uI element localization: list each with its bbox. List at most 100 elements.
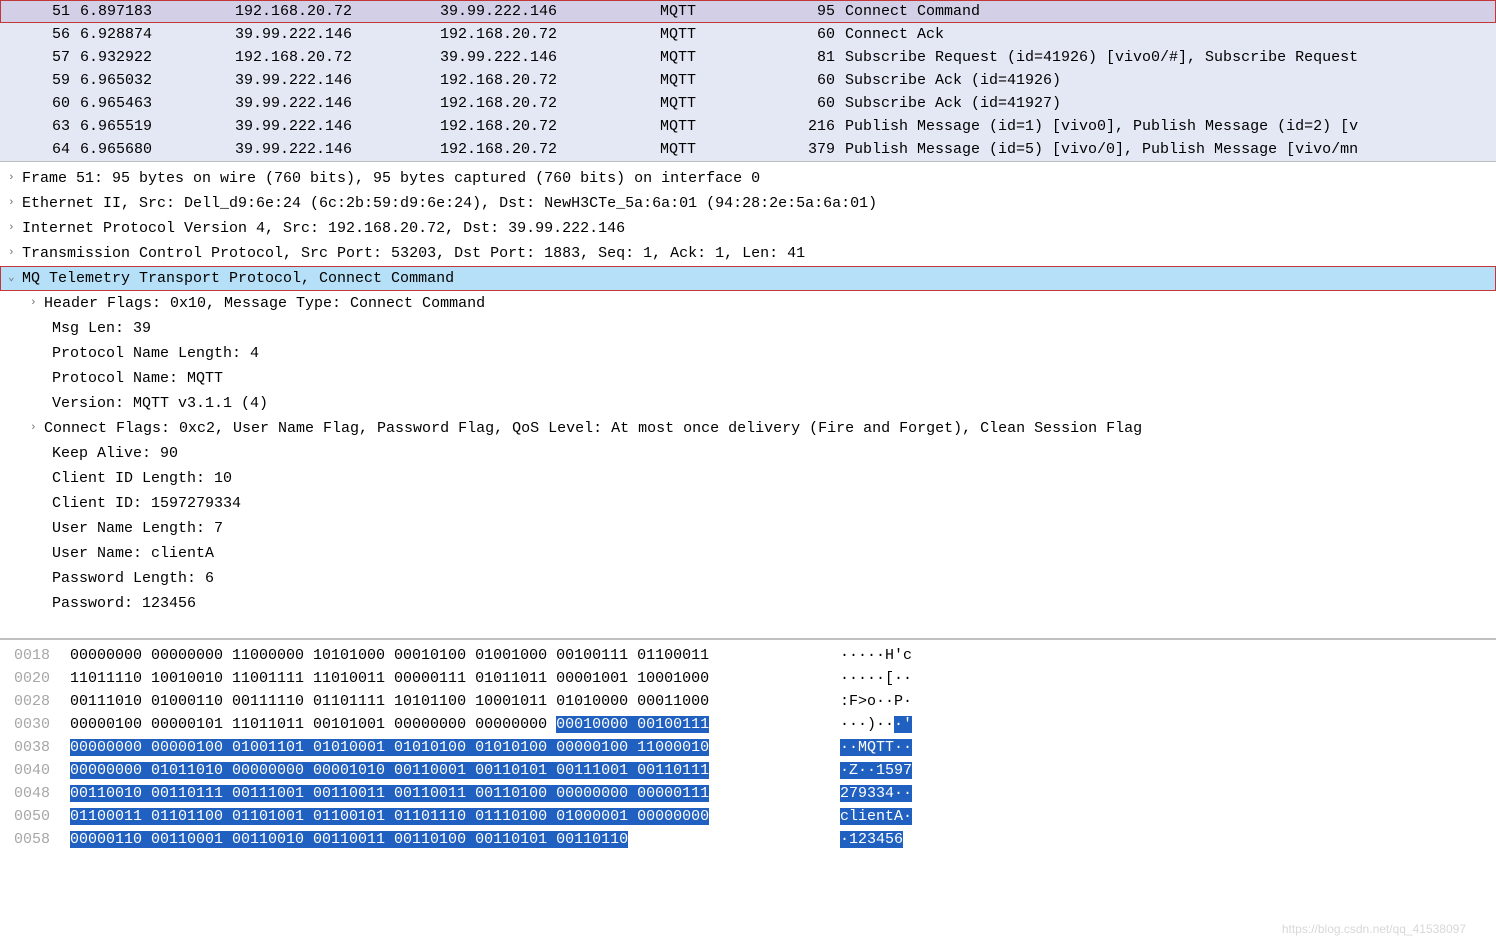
- col-length: 60: [790, 92, 840, 115]
- hex-bits: 00000000 00000100 01001101 01010001 0101…: [60, 736, 820, 759]
- tree-mqtt-header[interactable]: ›Header Flags: 0x10, Message Type: Conne…: [0, 291, 1496, 316]
- tree-version[interactable]: Version: MQTT v3.1.1 (4): [0, 391, 1496, 416]
- tree-username-len[interactable]: User Name Length: 7: [0, 516, 1496, 541]
- col-no: 63: [0, 115, 75, 138]
- col-protocol: MQTT: [660, 115, 790, 138]
- hex-ascii: ·····[··: [820, 667, 912, 690]
- col-destination: 192.168.20.72: [440, 138, 660, 161]
- hex-row[interactable]: 005800000110 00110001 00110010 00110011 …: [0, 828, 1496, 851]
- hex-row[interactable]: 004800110010 00110111 00111001 00110011 …: [0, 782, 1496, 805]
- col-no: 51: [0, 0, 75, 23]
- watermark-text: https://blog.csdn.net/qq_41538097: [1282, 922, 1466, 936]
- col-destination: 192.168.20.72: [440, 69, 660, 92]
- packet-row[interactable]: 596.96503239.99.222.146192.168.20.72MQTT…: [0, 69, 1496, 92]
- packet-list-pane[interactable]: 516.897183192.168.20.7239.99.222.146MQTT…: [0, 0, 1496, 162]
- col-source: 39.99.222.146: [235, 23, 440, 46]
- col-time: 6.965463: [75, 92, 235, 115]
- hex-ascii: 279334··: [820, 782, 912, 805]
- tree-frame[interactable]: ›Frame 51: 95 bytes on wire (760 bits), …: [0, 166, 1496, 191]
- packet-row[interactable]: 576.932922192.168.20.7239.99.222.146MQTT…: [0, 46, 1496, 69]
- tree-ethernet[interactable]: ›Ethernet II, Src: Dell_d9:6e:24 (6c:2b:…: [0, 191, 1496, 216]
- hex-offset: 0020: [0, 667, 60, 690]
- hex-row[interactable]: 001800000000 00000000 11000000 10101000 …: [0, 644, 1496, 667]
- col-info: Publish Message (id=5) [vivo/0], Publish…: [840, 138, 1496, 161]
- col-protocol: MQTT: [660, 46, 790, 69]
- hex-ascii: ·123456: [820, 828, 903, 851]
- hex-row[interactable]: 005001100011 01101100 01101001 01100101 …: [0, 805, 1496, 828]
- hex-ascii: ·Z··1597: [820, 759, 912, 782]
- hex-offset: 0040: [0, 759, 60, 782]
- tree-client-id[interactable]: Client ID: 1597279334: [0, 491, 1496, 516]
- col-source: 39.99.222.146: [235, 92, 440, 115]
- packet-bytes-pane[interactable]: 001800000000 00000000 11000000 10101000 …: [0, 639, 1496, 855]
- col-info: Subscribe Request (id=41926) [vivo0/#], …: [840, 46, 1496, 69]
- hex-row[interactable]: 002800111010 01000110 00111110 01101111 …: [0, 690, 1496, 713]
- caret-right-icon: ›: [8, 216, 22, 241]
- hex-offset: 0018: [0, 644, 60, 667]
- col-length: 216: [790, 115, 840, 138]
- hex-bits: 00111010 01000110 00111110 01101111 1010…: [60, 690, 820, 713]
- packet-row[interactable]: 566.92887439.99.222.146192.168.20.72MQTT…: [0, 23, 1496, 46]
- col-destination: 192.168.20.72: [440, 23, 660, 46]
- col-time: 6.928874: [75, 23, 235, 46]
- col-info: Publish Message (id=1) [vivo0], Publish …: [840, 115, 1496, 138]
- hex-offset: 0048: [0, 782, 60, 805]
- hex-row[interactable]: 003000000100 00000101 11011011 00101001 …: [0, 713, 1496, 736]
- col-length: 60: [790, 23, 840, 46]
- hex-bits: 00000100 00000101 11011011 00101001 0000…: [60, 713, 820, 736]
- col-source: 192.168.20.72: [235, 46, 440, 69]
- tree-client-id-len[interactable]: Client ID Length: 10: [0, 466, 1496, 491]
- hex-ascii: ··MQTT··: [820, 736, 912, 759]
- col-protocol: MQTT: [660, 138, 790, 161]
- tree-username[interactable]: User Name: clientA: [0, 541, 1496, 566]
- tree-ip[interactable]: ›Internet Protocol Version 4, Src: 192.1…: [0, 216, 1496, 241]
- packet-row[interactable]: 516.897183192.168.20.7239.99.222.146MQTT…: [0, 0, 1496, 23]
- tree-proto-name[interactable]: Protocol Name: MQTT: [0, 366, 1496, 391]
- hex-bits: 01100011 01101100 01101001 01100101 0110…: [60, 805, 820, 828]
- col-destination: 192.168.20.72: [440, 92, 660, 115]
- caret-right-icon: ›: [8, 241, 22, 266]
- hex-ascii: clientA·: [820, 805, 912, 828]
- tree-mqtt[interactable]: ⌄MQ Telemetry Transport Protocol, Connec…: [0, 266, 1496, 291]
- col-destination: 39.99.222.146: [440, 0, 660, 23]
- tree-keep-alive[interactable]: Keep Alive: 90: [0, 441, 1496, 466]
- packet-row[interactable]: 646.96568039.99.222.146192.168.20.72MQTT…: [0, 138, 1496, 161]
- col-length: 60: [790, 69, 840, 92]
- col-protocol: MQTT: [660, 92, 790, 115]
- hex-row[interactable]: 003800000000 00000100 01001101 01010001 …: [0, 736, 1496, 759]
- col-length: 379: [790, 138, 840, 161]
- tree-password-len[interactable]: Password Length: 6: [0, 566, 1496, 591]
- hex-offset: 0028: [0, 690, 60, 713]
- tree-msg-len[interactable]: Msg Len: 39: [0, 316, 1496, 341]
- col-protocol: MQTT: [660, 69, 790, 92]
- hex-offset: 0038: [0, 736, 60, 759]
- col-no: 60: [0, 92, 75, 115]
- col-length: 81: [790, 46, 840, 69]
- col-time: 6.965519: [75, 115, 235, 138]
- col-source: 39.99.222.146: [235, 138, 440, 161]
- col-info: Connect Ack: [840, 23, 1496, 46]
- col-info: Subscribe Ack (id=41927): [840, 92, 1496, 115]
- hex-bits: 00110010 00110111 00111001 00110011 0011…: [60, 782, 820, 805]
- hex-row[interactable]: 004000000000 01011010 00000000 00001010 …: [0, 759, 1496, 782]
- tree-password[interactable]: Password: 123456: [0, 591, 1496, 616]
- col-time: 6.932922: [75, 46, 235, 69]
- col-time: 6.965680: [75, 138, 235, 161]
- packet-row[interactable]: 606.96546339.99.222.146192.168.20.72MQTT…: [0, 92, 1496, 115]
- col-source: 192.168.20.72: [235, 0, 440, 23]
- hex-bits: 00000000 00000000 11000000 10101000 0001…: [60, 644, 820, 667]
- packet-details-pane[interactable]: ›Frame 51: 95 bytes on wire (760 bits), …: [0, 162, 1496, 639]
- col-destination: 39.99.222.146: [440, 46, 660, 69]
- tree-connect-flags[interactable]: ›Connect Flags: 0xc2, User Name Flag, Pa…: [0, 416, 1496, 441]
- hex-row[interactable]: 002011011110 10010010 11001111 11010011 …: [0, 667, 1496, 690]
- col-no: 56: [0, 23, 75, 46]
- col-no: 59: [0, 69, 75, 92]
- tree-proto-name-len[interactable]: Protocol Name Length: 4: [0, 341, 1496, 366]
- hex-offset: 0058: [0, 828, 60, 851]
- packet-row[interactable]: 636.96551939.99.222.146192.168.20.72MQTT…: [0, 115, 1496, 138]
- tree-tcp[interactable]: ›Transmission Control Protocol, Src Port…: [0, 241, 1496, 266]
- caret-right-icon: ›: [8, 191, 22, 216]
- col-protocol: MQTT: [660, 0, 790, 23]
- hex-bits: 00000110 00110001 00110010 00110011 0011…: [60, 828, 820, 851]
- hex-ascii: ·····H'c: [820, 644, 912, 667]
